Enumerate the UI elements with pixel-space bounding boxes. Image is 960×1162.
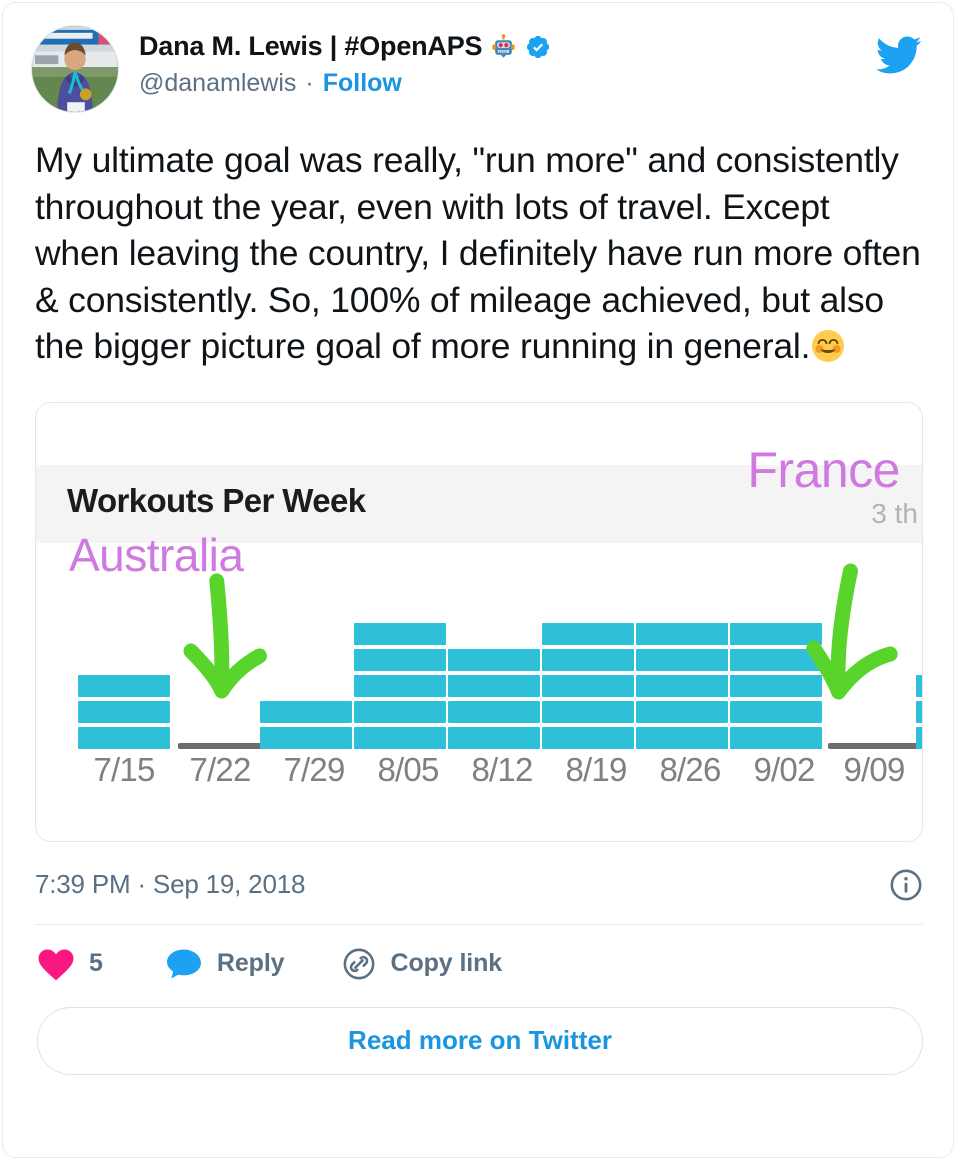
reply-label: Reply [216,949,285,977]
bar-9-02 [730,619,822,749]
bar-segment [636,674,728,697]
bar-8-12 [448,645,540,749]
bar-segment [354,700,446,723]
bar-segment [916,726,922,749]
axis-tick-label: 7/15 [93,750,155,788]
bar-segment [354,648,446,671]
tweet-text-content: My ultimate goal was really, "run more" … [35,140,921,366]
bar-segment [730,622,822,645]
handle-row: @danamlewis · Follow [139,69,551,98]
bar-segment [542,622,634,645]
read-more-on-twitter-button[interactable]: Read more on Twitter [37,1006,923,1075]
bar-segment [916,674,922,697]
bar-segment [448,726,540,749]
workouts-per-week-chart: Workouts Per Week Australia France 3 th [36,402,922,841]
copy-link-label: Copy link [390,949,503,977]
speech-bubble-icon [166,948,201,979]
bar-segment [78,674,170,697]
verified-badge-icon [527,35,550,58]
axis-tick-label: 9/09 [843,750,905,788]
bar-segment [542,726,634,749]
bar-segment [636,726,728,749]
smiling-face-with-smiling-eyes-icon [810,328,846,376]
copy-link-button[interactable]: Copy link [341,947,503,981]
bar-segment [354,674,446,697]
bar-segment [260,700,352,723]
bar-segment [542,648,634,671]
follow-link[interactable]: Follow [323,69,402,98]
bar-segment [448,700,540,723]
name-row: Dana M. Lewis | #OpenAPS [139,33,551,60]
bar-7-15 [78,671,170,749]
bar-segment [636,648,728,671]
tweet-actions: 5 Reply Copy link [3,925,953,981]
axis-tick-label: 8/19 [565,750,627,788]
robot-face-icon [491,34,516,59]
chart-plot-area [36,549,922,749]
bar-segment [78,726,170,749]
bar-segment [448,674,540,697]
axis-tick-label: 7/22 [189,750,251,788]
chart-title: Workouts Per Week [67,481,366,519]
display-name: Dana M. Lewis | #OpenAPS [139,31,483,61]
bar-7-29 [260,697,352,749]
bar-segment [354,726,446,749]
bar-segment [730,726,822,749]
bar-8-26 [636,619,728,749]
like-count: 5 [89,949,103,977]
user-handle: @danamlewis [139,69,297,97]
twitter-bird-icon[interactable] [869,31,927,79]
info-circle-icon[interactable] [889,868,923,902]
annotation-france: France [747,441,900,498]
bar-segment [636,622,728,645]
bar-segment [354,622,446,645]
axis-tick-label: 8/26 [659,750,721,788]
bar-segment [260,726,352,749]
link-icon [343,948,374,979]
axis-tick-label: 8/05 [377,750,439,788]
bar-segment [448,648,540,671]
bar-7-22-zero-marker [178,742,270,749]
bar-segment [78,700,170,723]
tweet-meta-row: 7:39 PM · Sep 19, 2018 [3,842,953,902]
reply-button[interactable]: Reply [165,947,285,981]
axis-tick-label: 9/02 [753,750,815,788]
axis-tick-label: 8/12 [471,750,533,788]
tweet-embed-card: Dana M. Lewis | #OpenAPS @danamlewis · F… [2,2,954,1158]
tweet-text: My ultimate goal was really, "run more" … [3,113,953,376]
clipped-label-3th: 3 th [871,497,918,529]
bar-segment [542,700,634,723]
heart-icon [38,948,74,980]
separator-dot: · [305,69,314,97]
bar-8-19 [542,619,634,749]
bar-segment [916,700,922,723]
bar-clipped-next-week [916,671,922,749]
tweet-header: Dana M. Lewis | #OpenAPS @danamlewis · F… [3,3,953,113]
like-button[interactable]: 5 [37,947,103,981]
user-identity-block: Dana M. Lewis | #OpenAPS @danamlewis · F… [139,25,551,98]
bar-segment [730,674,822,697]
bar-segment [730,648,822,671]
bar-8-05 [354,619,446,749]
chart-x-axis: 7/15 7/22 7/29 8/05 8/12 8/19 8/26 9/02 … [36,751,922,791]
avatar[interactable] [31,25,119,113]
bar-segment [636,700,728,723]
bar-9-09-zero-marker [828,742,920,749]
axis-tick-label: 7/29 [283,750,345,788]
tweet-timestamp: 7:39 PM · Sep 19, 2018 [35,869,306,899]
bar-segment [730,700,822,723]
bar-segment [542,674,634,697]
tweet-media-card[interactable]: Workouts Per Week Australia France 3 th [35,401,923,842]
